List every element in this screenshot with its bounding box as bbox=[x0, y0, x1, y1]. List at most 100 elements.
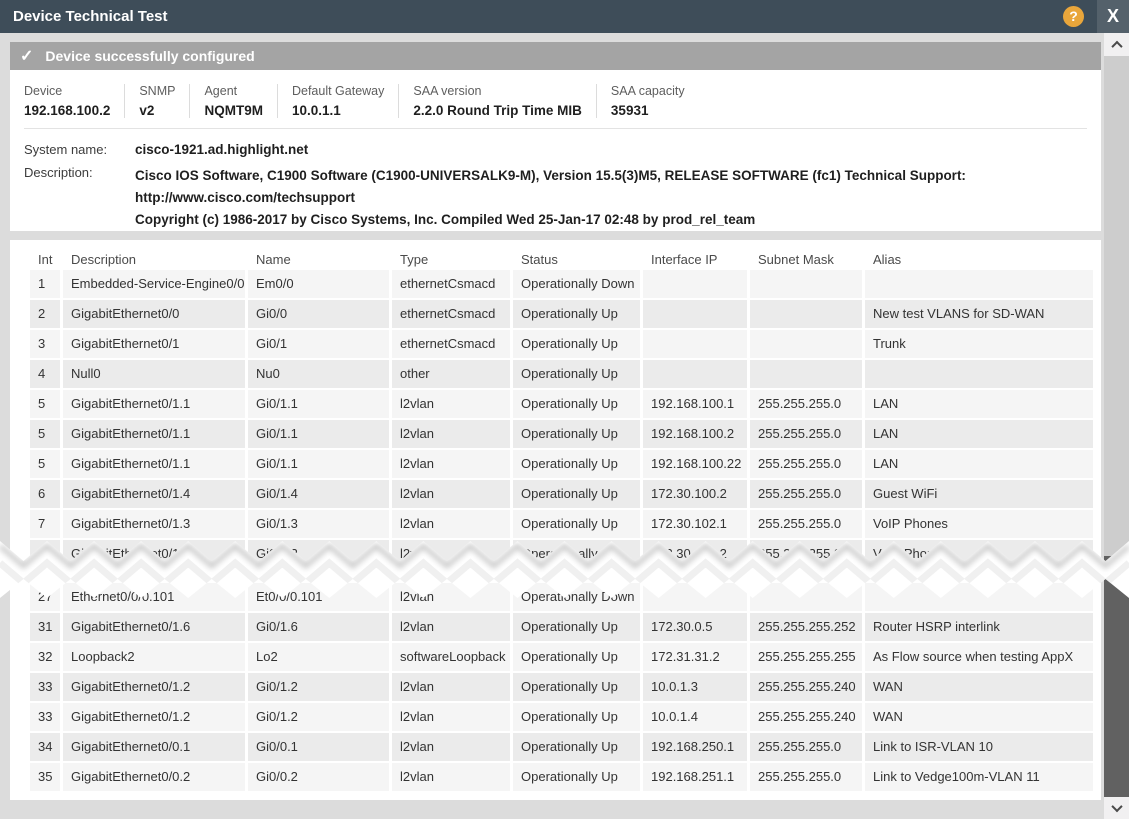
table-cell: l2vlan bbox=[392, 673, 510, 701]
table-cell: 255.255.255.0 bbox=[750, 510, 862, 538]
table-cell: 255.255.255.252 bbox=[750, 613, 862, 641]
table-cell: GigabitEthernet0/1.1 bbox=[63, 390, 245, 418]
table-cell: GigabitEthernet0/1.1 bbox=[63, 420, 245, 448]
table-cell: 6 bbox=[30, 480, 60, 508]
table-cell: Gi0/1.6 bbox=[248, 613, 389, 641]
table-cell: Operationally Up bbox=[513, 763, 640, 791]
table-cell: Gi0/1.1 bbox=[248, 420, 389, 448]
table-cell: Gi0/0.1 bbox=[248, 733, 389, 761]
table-cell: Null0 bbox=[63, 360, 245, 388]
table-cell: 4 bbox=[30, 360, 60, 388]
table-cell: Operationally Up bbox=[513, 643, 640, 671]
table-cell: 172.30.102.2 bbox=[643, 540, 747, 568]
table-cell: 5 bbox=[30, 420, 60, 448]
table-cell: 255.255.255.0 bbox=[750, 390, 862, 418]
table-cell: 32 bbox=[30, 643, 60, 671]
info-label: SAA version bbox=[413, 84, 582, 98]
table-cell: 192.168.100.2 bbox=[643, 420, 747, 448]
table-cell: GigabitEthernet0/1.1 bbox=[63, 450, 245, 478]
info-value: 35931 bbox=[611, 103, 685, 118]
table-cell: l2vlan bbox=[392, 480, 510, 508]
table-cell: l2vlan bbox=[392, 613, 510, 641]
table-cell bbox=[750, 270, 862, 298]
table-cell: Operationally Up bbox=[513, 703, 640, 731]
table-row: 33GigabitEthernet0/1.2Gi0/1.2l2vlanOpera… bbox=[30, 673, 1093, 701]
table-cell bbox=[750, 300, 862, 328]
check-icon: ✓ bbox=[20, 46, 33, 66]
table-cell: 255.255.255.0 bbox=[750, 763, 862, 791]
info-field: SAA version 2.2.0 Round Trip Time MIB bbox=[399, 84, 597, 118]
table-cell: Nu0 bbox=[248, 360, 389, 388]
table-cell: WAN bbox=[865, 673, 1093, 701]
table-cell: 10.0.1.4 bbox=[643, 703, 747, 731]
table-row: 5GigabitEthernet0/1.1Gi0/1.1l2vlanOperat… bbox=[30, 450, 1093, 478]
table-cell: Trunk bbox=[865, 330, 1093, 358]
table-cell: Operationally Up bbox=[513, 360, 640, 388]
table-cell: 27 bbox=[30, 583, 60, 611]
table-cell: Ethernet0/0/0.101 bbox=[63, 583, 245, 611]
table-cell: LAN bbox=[865, 390, 1093, 418]
scroll-up-button[interactable] bbox=[1104, 33, 1129, 56]
info-label: Device bbox=[24, 84, 110, 98]
device-info-panel: Device192.168.100.2SNMPv2AgentNQMT9MDefa… bbox=[10, 70, 1101, 231]
table-row: 4Null0Nu0otherOperationally Up bbox=[30, 360, 1093, 388]
header-cell: Description bbox=[63, 252, 245, 267]
table-cell: 35 bbox=[30, 763, 60, 791]
table-cell: 255.255.255.0 bbox=[750, 480, 862, 508]
table-cell: Gi0/1.3 bbox=[248, 540, 389, 568]
table-cell: 255.255.255.0 bbox=[750, 540, 862, 568]
table-cell: 1 bbox=[30, 270, 60, 298]
table-row: 3GigabitEthernet0/1Gi0/1ethernetCsmacdOp… bbox=[30, 330, 1093, 358]
info-value: 2.2.0 Round Trip Time MIB bbox=[413, 103, 582, 118]
table-cell: ethernetCsmacd bbox=[392, 270, 510, 298]
table-cell: GigabitEthernet0/0 bbox=[63, 300, 245, 328]
table-row: 5GigabitEthernet0/1.1Gi0/1.1l2vlanOperat… bbox=[30, 420, 1093, 448]
table-cell: 31 bbox=[30, 613, 60, 641]
table-cell: 255.255.255.0 bbox=[750, 733, 862, 761]
table-cell: Operationally Up bbox=[513, 613, 640, 641]
help-icon[interactable]: ? bbox=[1063, 6, 1084, 27]
table-cell: ethernetCsmacd bbox=[392, 330, 510, 358]
table-cell: 255.255.255.0 bbox=[750, 450, 862, 478]
scrollbar[interactable] bbox=[1104, 33, 1129, 819]
info-value: 10.0.1.1 bbox=[292, 103, 384, 118]
table-cell: 192.168.100.1 bbox=[643, 390, 747, 418]
table-cell: 5 bbox=[30, 450, 60, 478]
table-cell: Operationally Up bbox=[513, 733, 640, 761]
table-cell: Link to Vedge100m-VLAN 11 bbox=[865, 763, 1093, 791]
table-cell: GigabitEthernet0/0.2 bbox=[63, 763, 245, 791]
table-cell: Operationally Up bbox=[513, 480, 640, 508]
table-cell bbox=[865, 583, 1093, 611]
table-row: 1Embedded-Service-Engine0/0Em0/0ethernet… bbox=[30, 270, 1093, 298]
table-cell: Gi0/1 bbox=[248, 330, 389, 358]
table-cell bbox=[643, 270, 747, 298]
table-cell: Gi0/1.3 bbox=[248, 510, 389, 538]
scroll-thumb[interactable] bbox=[1104, 556, 1129, 797]
table-cell: Gi0/0 bbox=[248, 300, 389, 328]
scroll-down-button[interactable] bbox=[1104, 797, 1129, 819]
table-cell: 192.168.250.1 bbox=[643, 733, 747, 761]
info-field: SAA capacity35931 bbox=[597, 84, 699, 118]
table-cell bbox=[865, 360, 1093, 388]
table-cell: l2vlan bbox=[392, 763, 510, 791]
table-row: 2GigabitEthernet0/0Gi0/0ethernetCsmacdOp… bbox=[30, 300, 1093, 328]
table-cell: Lo2 bbox=[248, 643, 389, 671]
info-label: Default Gateway bbox=[292, 84, 384, 98]
table-cell: LAN bbox=[865, 450, 1093, 478]
table-cell: 10.0.1.3 bbox=[643, 673, 747, 701]
table-cell bbox=[750, 330, 862, 358]
system-name-value: cisco-1921.ad.highlight.net bbox=[135, 142, 308, 157]
close-button[interactable]: X bbox=[1097, 0, 1129, 33]
table-cell: VoIP Phones bbox=[865, 540, 1093, 568]
banner-text: Device successfully configured bbox=[45, 48, 254, 64]
table-row: 31GigabitEthernet0/1.6Gi0/1.6l2vlanOpera… bbox=[30, 613, 1093, 641]
table-cell: GigabitEthernet0/1.2 bbox=[63, 673, 245, 701]
table-row: 32Loopback2Lo2softwareLoopbackOperationa… bbox=[30, 643, 1093, 671]
table-cell bbox=[750, 360, 862, 388]
table-cell bbox=[643, 330, 747, 358]
table-row: 35GigabitEthernet0/0.2Gi0/0.2l2vlanOpera… bbox=[30, 763, 1093, 791]
table-cell: As Flow source when testing AppX bbox=[865, 643, 1093, 671]
table-cell: Operationally Up bbox=[513, 450, 640, 478]
table-cell: GigabitEthernet0/0.1 bbox=[63, 733, 245, 761]
table-row: 7GigabitEthernet0/1.3Gi0/1.3l2vlanOperat… bbox=[30, 540, 1093, 568]
